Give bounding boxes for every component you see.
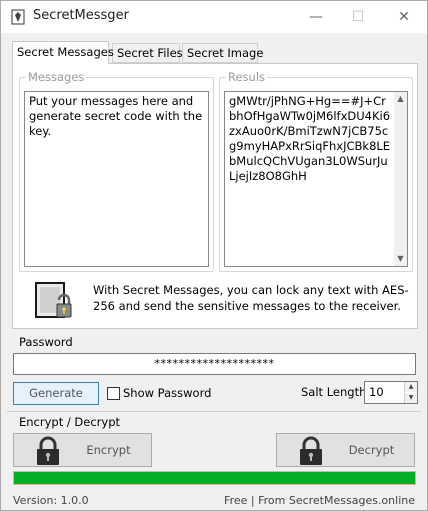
- results-textarea[interactable]: gMWtr/jPhNG+Hg==#J+CrbhOfHgaWTw0jM6lfxDU…: [224, 91, 395, 267]
- decrypt-label: Decrypt: [348, 443, 395, 457]
- info-text: With Secret Messages, you can lock any t…: [93, 283, 409, 313]
- password-label: Password: [19, 335, 73, 349]
- scroll-up-icon[interactable]: ▲: [394, 92, 407, 106]
- encrypt-label: Encrypt: [86, 443, 131, 457]
- password-field[interactable]: ********************: [13, 353, 416, 375]
- salt-length-value: 10: [369, 385, 384, 399]
- decrypt-button[interactable]: Decrypt: [276, 433, 415, 467]
- encrypt-decrypt-label: Encrypt / Decrypt: [19, 415, 121, 429]
- minimize-icon[interactable]: —: [301, 1, 331, 33]
- padlock-icon: [37, 436, 59, 465]
- scroll-down-icon[interactable]: ▼: [394, 252, 407, 266]
- spin-down-icon[interactable]: ▼: [404, 393, 417, 403]
- progress-bar: [13, 471, 416, 485]
- encrypt-button[interactable]: Encrypt: [13, 433, 152, 467]
- file-lock-icon: [35, 282, 72, 318]
- messages-textarea[interactable]: Put your messages here and generate secr…: [24, 91, 209, 267]
- show-password-checkbox[interactable]: [107, 387, 120, 400]
- window-title: SecretMessger: [33, 8, 129, 23]
- tab-panel: Messages Put your messages here and gene…: [12, 63, 418, 329]
- divider: [7, 411, 421, 412]
- spin-up-icon[interactable]: ▲: [404, 382, 417, 392]
- title-bar: SecretMessger — ☐ ✕: [1, 1, 427, 33]
- padlock-icon: [300, 436, 322, 465]
- results-group: Resuls gMWtr/jPhNG+Hg==#J+CrbhOfHgaWTw0j…: [219, 70, 413, 272]
- tab-secret-image[interactable]: Secret Image: [182, 43, 263, 63]
- credit-text: Free | From SecretMessages.online: [224, 494, 415, 507]
- messages-label: Messages: [26, 70, 87, 84]
- results-label: Resuls: [226, 70, 268, 84]
- tab-secret-messages[interactable]: Secret Messages: [12, 41, 114, 64]
- close-icon[interactable]: ✕: [389, 1, 419, 33]
- progress-fill: [14, 472, 415, 484]
- generate-button[interactable]: Generate: [13, 382, 99, 405]
- main-window: SecretMessger — ☐ ✕ Secret Messages Secr…: [0, 0, 428, 511]
- salt-length-stepper[interactable]: 10 ▲ ▼: [364, 381, 418, 404]
- messages-group: Messages Put your messages here and gene…: [19, 70, 214, 272]
- results-scrollbar[interactable]: ▲ ▼: [394, 91, 408, 267]
- show-password-label[interactable]: Show Password: [123, 386, 211, 400]
- version-text: Version: 1.0.0: [13, 494, 89, 507]
- app-icon: [11, 9, 25, 25]
- maximize-icon[interactable]: ☐: [343, 1, 373, 33]
- salt-length-label: Salt Length:: [301, 385, 371, 399]
- tab-secret-files[interactable]: Secret Files: [112, 43, 183, 63]
